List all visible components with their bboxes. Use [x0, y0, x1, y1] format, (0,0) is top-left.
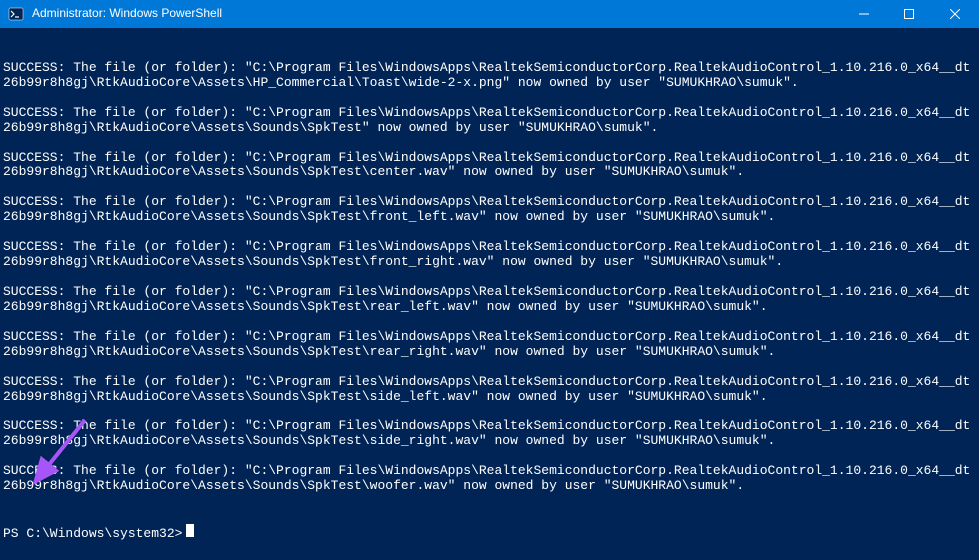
output-line: SUCCESS: The file (or folder): "C:\Progr…	[3, 240, 976, 270]
output-line: SUCCESS: The file (or folder): "C:\Progr…	[3, 61, 976, 91]
maximize-icon	[904, 9, 914, 19]
prompt-text: PS C:\Windows\system32>	[3, 527, 182, 542]
output-line: SUCCESS: The file (or folder): "C:\Progr…	[3, 285, 976, 315]
minimize-icon	[859, 9, 869, 19]
close-button[interactable]	[931, 0, 979, 28]
output-line	[3, 270, 976, 285]
output-line	[3, 360, 976, 375]
output-line	[3, 180, 976, 195]
output-line: SUCCESS: The file (or folder): "C:\Progr…	[3, 419, 976, 449]
output-line	[3, 404, 976, 419]
maximize-button[interactable]	[886, 0, 931, 28]
output-line	[3, 315, 976, 330]
output-lines: SUCCESS: The file (or folder): "C:\Progr…	[3, 61, 976, 494]
output-line	[3, 91, 976, 106]
output-line: SUCCESS: The file (or folder): "C:\Progr…	[3, 195, 976, 225]
output-line	[3, 225, 976, 240]
output-line: SUCCESS: The file (or folder): "C:\Progr…	[3, 330, 976, 360]
output-line: SUCCESS: The file (or folder): "C:\Progr…	[3, 106, 976, 136]
minimize-button[interactable]	[841, 0, 886, 28]
close-icon	[950, 9, 960, 19]
cursor-icon	[186, 524, 194, 537]
output-line: SUCCESS: The file (or folder): "C:\Progr…	[3, 464, 976, 494]
window-title-bar: Administrator: Windows PowerShell	[0, 0, 979, 28]
terminal-output[interactable]: SUCCESS: The file (or folder): "C:\Progr…	[0, 28, 979, 560]
prompt-line: PS C:\Windows\system32>	[3, 524, 976, 542]
window-controls	[841, 0, 979, 28]
output-line: SUCCESS: The file (or folder): "C:\Progr…	[3, 151, 976, 181]
output-line	[3, 449, 976, 464]
window-title: Administrator: Windows PowerShell	[30, 7, 841, 21]
output-line	[3, 136, 976, 151]
output-line: SUCCESS: The file (or folder): "C:\Progr…	[3, 375, 976, 405]
powershell-icon	[8, 6, 24, 22]
